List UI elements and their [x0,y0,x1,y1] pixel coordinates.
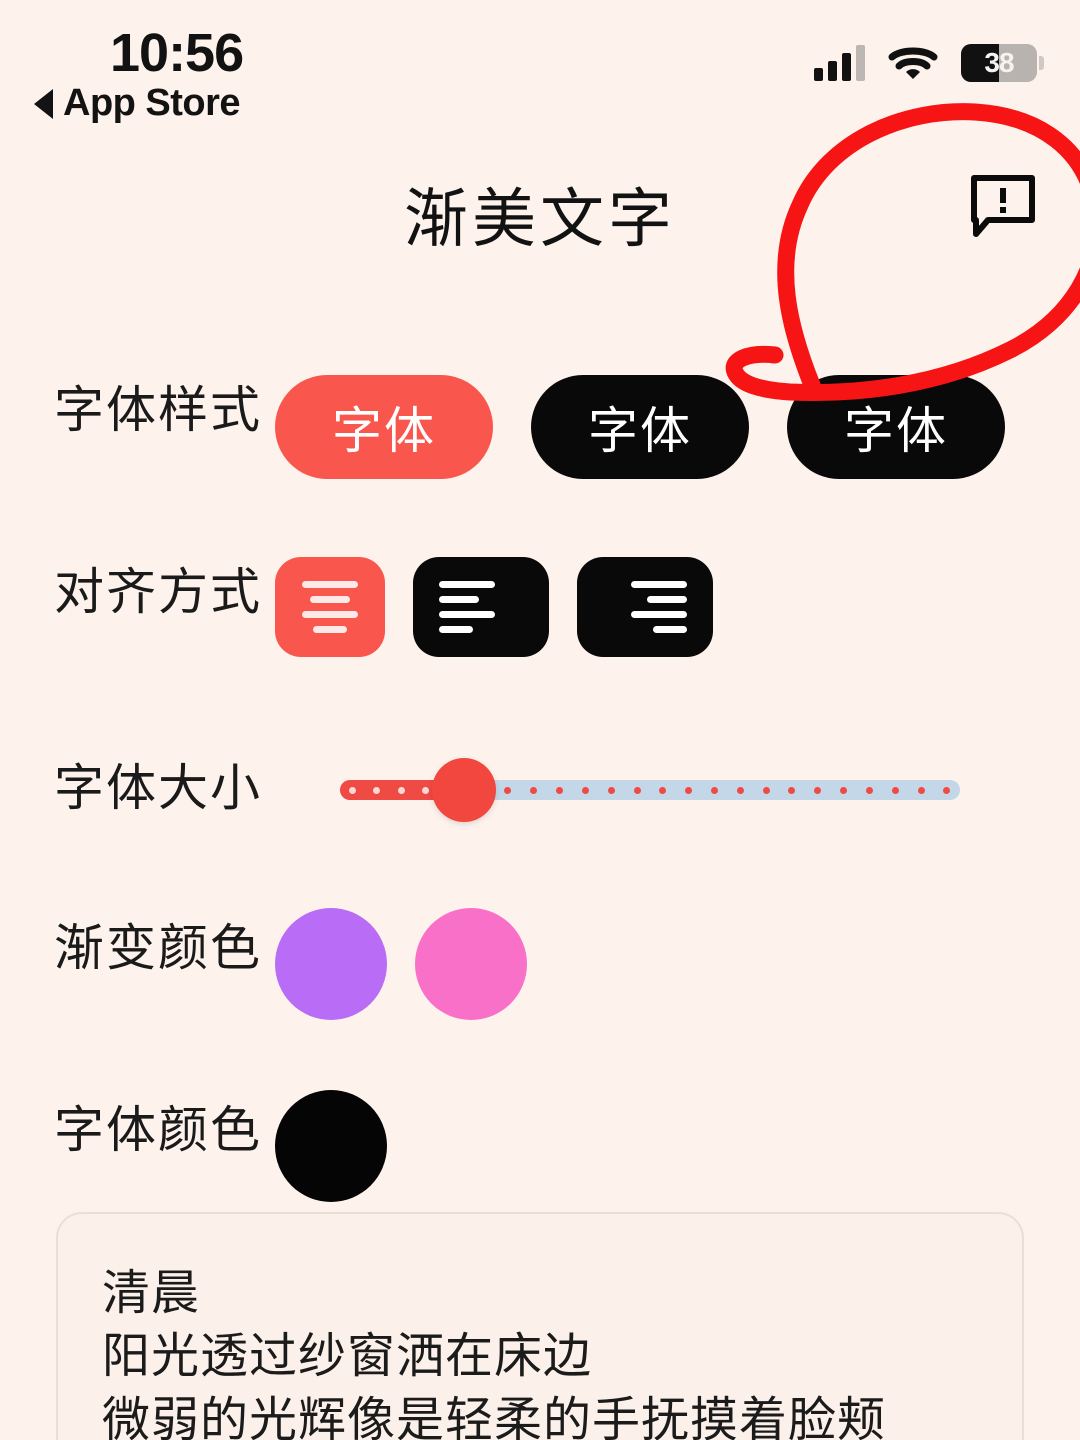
font-color-label: 字体颜色 [54,1102,262,1158]
text-preview-line-2: 阳光透过纱窗洒在床边 [102,1330,593,1384]
alignment-options [275,557,713,657]
battery-icon: 38 [961,44,1037,82]
align-left-button[interactable] [413,557,549,657]
align-center-icon [302,581,358,588]
back-link-label: App Store [63,82,241,124]
status-clock: 10:56 [110,23,244,83]
align-right-icon [631,581,687,588]
wifi-icon [888,47,938,79]
align-left-icon [439,581,495,588]
speech-bubble-exclamation-icon [971,175,1035,237]
app-screen: 10:56 App Store 38 渐美文字 字体样式 字体 字体 字体 对齐… [0,0,1080,1440]
alignment-label: 对齐方式 [54,564,262,620]
align-right-button[interactable] [577,557,713,657]
status-indicators: 38 [814,44,1044,82]
font-color-swatches [275,1090,387,1202]
font-style-option-2-label: 字体 [588,403,692,459]
font-style-option-1[interactable]: 字体 [275,375,493,479]
font-style-option-1-label: 字体 [332,403,436,459]
page-title: 渐美文字 [404,183,676,255]
status-bar: 10:56 App Store 38 [0,0,1080,130]
font-size-slider[interactable] [340,758,960,822]
back-caret-icon [34,88,53,119]
font-size-row: 字体大小 [54,748,262,820]
font-style-row: 字体样式 [54,370,262,442]
battery-nub [1039,56,1044,70]
font-color-row: 字体颜色 [54,1090,262,1162]
font-style-option-3[interactable]: 字体 [787,375,1005,479]
cellular-signal-icon [814,45,865,81]
gradient-color-label: 渐变颜色 [54,920,262,976]
font-style-options: 字体 字体 字体 [275,375,1005,479]
gradient-color-swatches [275,908,527,1020]
gradient-color-row: 渐变颜色 [54,908,262,980]
feedback-button[interactable] [970,172,1036,238]
text-preview-line-1: 清晨 [102,1267,201,1320]
text-preview-card[interactable]: 清晨 阳光透过纱窗洒在床边 微弱的光辉像是轻柔的手抚摸着脸颊 [56,1212,1024,1440]
font-style-label: 字体样式 [54,382,262,438]
purple-swatch[interactable] [275,908,387,1020]
pink-swatch[interactable] [415,908,527,1020]
text-preview-line-3: 微弱的光辉像是轻柔的手抚摸着脸颊 [102,1393,887,1440]
slider-thumb[interactable] [432,758,496,822]
black-swatch[interactable] [275,1090,387,1202]
alignment-row: 对齐方式 [54,552,262,624]
font-style-option-3-label: 字体 [844,403,948,459]
font-size-label: 字体大小 [54,760,262,816]
battery-percent-label: 38 [984,47,1014,78]
align-center-button[interactable] [275,557,385,657]
font-style-option-2[interactable]: 字体 [531,375,749,479]
back-to-app-store-link[interactable]: App Store [34,82,241,125]
